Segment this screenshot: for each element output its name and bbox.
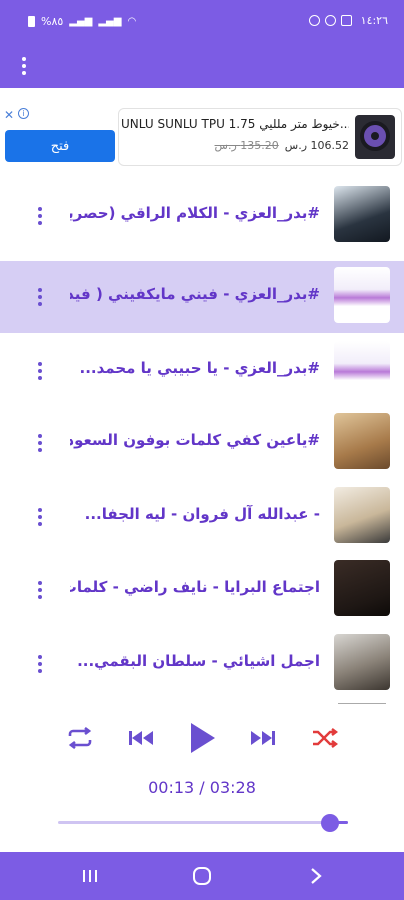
track-title: #بدر_العزي - فيني مايكفيني ( فيدي... [70, 285, 320, 303]
track-thumbnail [334, 341, 390, 397]
track-title: - عبدالله آل فروان - ليه الجفا... [84, 505, 320, 523]
play-button[interactable] [184, 720, 220, 756]
track-row[interactable]: - عبدالله آل فروان - ليه الجفا... [0, 481, 404, 553]
repeat-button[interactable] [64, 720, 96, 756]
previous-icon [129, 731, 153, 745]
status-right: ١٤:٢٦ [308, 14, 388, 27]
whatsapp-icon [308, 15, 320, 26]
status-bar: %٨٥ ▂▄▆ ▂▄▆ ◠ ١٤:٢٦ [0, 0, 404, 44]
track-row[interactable]: #بدر_العزي - يا حبيبي يا محمد... [0, 335, 404, 407]
shuffle-button[interactable] [310, 720, 340, 756]
seek-track [58, 821, 348, 824]
signal-icon-2: ▂▄▆ [98, 16, 122, 27]
track-title: #بدر_العزي - يا حبيبي يا محمد... [79, 359, 320, 377]
track-title: اجمل اشيائي - سلطان البقمي... [77, 652, 320, 670]
list-divider [338, 703, 386, 704]
ad-old-price: 135.20 ر.س [214, 139, 279, 152]
track-thumbnail [334, 487, 390, 543]
ad-card[interactable]: UNLU SUNLU TPU 1.75 خيوط متر ملليي... 10… [118, 108, 402, 166]
home-icon[interactable] [190, 864, 214, 888]
ad-title: UNLU SUNLU TPU 1.75 خيوط متر ملليي... [121, 117, 349, 131]
battery-icon [28, 16, 35, 27]
track-title: اجتماع البرايا - نايف راضي - كلمات:... [70, 578, 320, 596]
track-row[interactable]: اجمل اشيائي - سلطان البقمي... [0, 628, 404, 700]
track-menu-icon[interactable] [30, 200, 50, 232]
status-left: %٨٥ ▂▄▆ ▂▄▆ ◠ [28, 15, 136, 28]
time-display: 00:13 / 03:28 [148, 778, 256, 797]
ad-open-button[interactable]: فتح [5, 130, 115, 162]
track-list: #بدر_العزي - الكلام الراقي (حصرياً)... #… [0, 180, 404, 703]
ad-product-image [355, 115, 395, 159]
track-menu-icon[interactable] [30, 648, 50, 680]
next-button[interactable] [248, 720, 278, 756]
track-row[interactable]: #بدر_العزي - الكلام الراقي (حصرياً)... [0, 180, 404, 252]
track-thumbnail [334, 413, 390, 469]
seek-thumb[interactable] [321, 814, 339, 832]
track-row[interactable]: #ياعين كفي كلمات بوفون السعودي... [0, 407, 404, 479]
info-icon[interactable]: i [18, 108, 29, 119]
battery-label: %٨٥ [41, 15, 64, 28]
seek-bar[interactable] [58, 814, 348, 832]
back-icon[interactable] [304, 864, 328, 888]
app-bar [0, 44, 404, 88]
ad-banner[interactable]: ✕ i فتح UNLU SUNLU TPU 1.75 خيوط متر ملل… [0, 106, 404, 166]
ad-price-row: 106.52 ر.س 135.20 ر.س [215, 139, 349, 152]
track-row-active[interactable]: #بدر_العزي - فيني مايكفيني ( فيدي... [0, 261, 404, 333]
close-icon[interactable]: ✕ [4, 108, 14, 122]
repeat-icon [68, 727, 92, 749]
track-menu-icon[interactable] [30, 281, 50, 313]
system-nav-bar [0, 852, 404, 900]
playback-controls [0, 720, 404, 756]
track-thumbnail [334, 186, 390, 242]
track-title: #بدر_العزي - الكلام الراقي (حصرياً)... [70, 204, 320, 222]
track-menu-icon[interactable] [30, 355, 50, 387]
wifi-icon: ◠ [127, 16, 137, 27]
telegram-icon [324, 15, 336, 26]
recents-icon[interactable] [78, 864, 102, 888]
ad-price: 106.52 ر.س [284, 139, 349, 152]
track-row[interactable]: اجتماع البرايا - نايف راضي - كلمات:... [0, 554, 404, 626]
track-thumbnail [334, 560, 390, 616]
track-thumbnail [334, 634, 390, 690]
shuffle-icon [313, 728, 338, 748]
gallery-icon [340, 15, 352, 26]
track-menu-icon[interactable] [30, 427, 50, 459]
track-menu-icon[interactable] [30, 501, 50, 533]
clock-label: ١٤:٢٦ [360, 14, 388, 27]
track-thumbnail [334, 267, 390, 323]
previous-button[interactable] [126, 720, 156, 756]
track-title: #ياعين كفي كلمات بوفون السعودي... [70, 431, 320, 449]
play-icon [191, 723, 215, 753]
track-menu-icon[interactable] [30, 574, 50, 606]
signal-icon: ▂▄▆ [69, 16, 93, 27]
next-icon [251, 731, 275, 745]
overflow-menu-icon[interactable] [14, 52, 34, 80]
